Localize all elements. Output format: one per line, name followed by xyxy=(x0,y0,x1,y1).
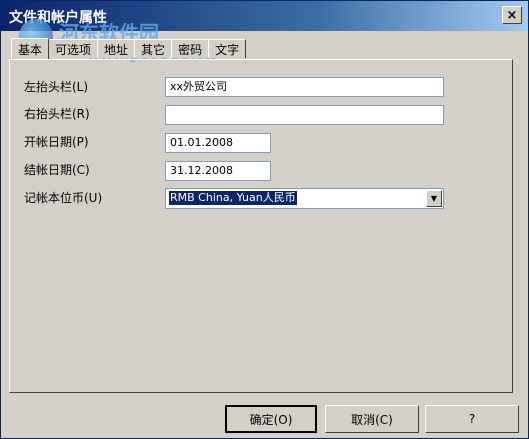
left-header-label: 左抬头栏(L) xyxy=(24,80,89,94)
ok-button[interactable]: 确定(O) xyxy=(225,405,317,433)
chevron-down-icon[interactable]: ▼ xyxy=(426,190,442,207)
tab-address[interactable]: 地址 xyxy=(97,39,136,58)
window-title: 文件和帐户属性 xyxy=(9,10,107,26)
right-header-input[interactable] xyxy=(165,105,444,125)
title-bar[interactable]: 文件和帐户属性 × xyxy=(1,1,528,31)
close-button[interactable]: × xyxy=(502,6,522,24)
tab-strip: 基本 可选项 地址 其它 密码 文字 xyxy=(11,38,247,59)
close-date-input[interactable]: 31.12.2008 xyxy=(165,161,271,181)
currency-select[interactable]: RMB China, Yuan人民币 ▼ xyxy=(165,188,444,209)
currency-label: 记帐本位币(U) xyxy=(24,191,103,205)
close-date-label: 结帐日期(C) xyxy=(24,163,90,177)
right-header-label: 右抬头栏(R) xyxy=(24,107,90,121)
tab-text[interactable]: 文字 xyxy=(208,39,247,58)
cancel-button[interactable]: 取消(C) xyxy=(325,405,419,433)
tab-other[interactable]: 其它 xyxy=(134,39,173,58)
open-date-label: 开帐日期(P) xyxy=(24,135,89,149)
help-button[interactable]: ? xyxy=(425,405,519,433)
left-header-input[interactable]: xx外贸公司 xyxy=(165,77,444,97)
tab-password[interactable]: 密码 xyxy=(171,39,210,58)
tab-basic[interactable]: 基本 xyxy=(11,38,50,59)
close-icon: × xyxy=(506,7,518,23)
currency-selected-value: RMB China, Yuan人民币 xyxy=(169,191,297,205)
open-date-input[interactable]: 01.01.2008 xyxy=(165,133,271,153)
tab-options[interactable]: 可选项 xyxy=(48,39,99,58)
dialog-window: 文件和帐户属性 × 河东软件园 www.pc0359.cn 基本 可选项 地址 … xyxy=(0,0,529,439)
